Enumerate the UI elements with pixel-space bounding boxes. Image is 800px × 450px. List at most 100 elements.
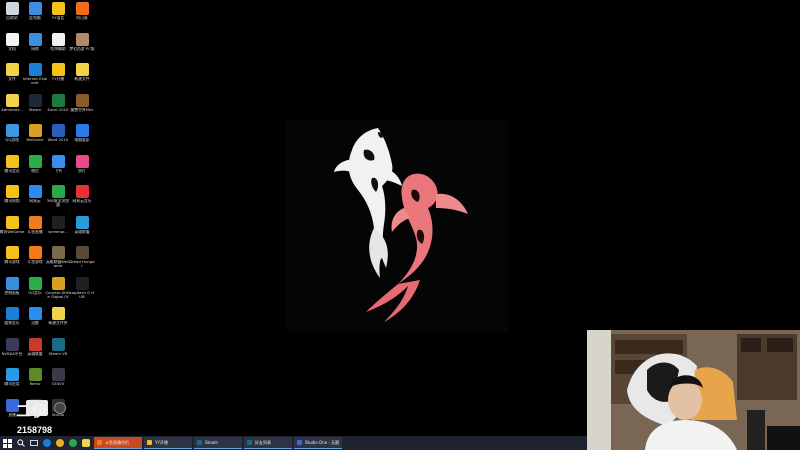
desktop-icon[interactable]: 腾讯应用 (0, 368, 24, 386)
tencent-game-icon (5, 246, 19, 259)
desktop-icon-label: 照片 (78, 168, 86, 173)
desktop-icon[interactable]: 微信 (23, 154, 47, 173)
desktop-icon[interactable]: Internet Explorer (23, 63, 47, 86)
sunflower-icon (75, 2, 89, 15)
desktop-icon[interactable]: 梦幻西游 PC版 (69, 32, 95, 51)
desktop-icon[interactable]: 吃鸡辅助 (46, 32, 70, 51)
lol-wegame-icon (51, 246, 65, 259)
desktop-icon[interactable]: 腾讯视频 (0, 185, 24, 203)
desktop-icon[interactable]: Steam (23, 93, 47, 112)
desktop-icon-label: YY开播 (51, 77, 65, 81)
koi-fish-illustration (334, 128, 468, 322)
desktop-icon[interactable]: 网易云音乐 (70, 185, 94, 203)
desktop-icon-label: 向日葵 (76, 16, 88, 20)
desktop-icon[interactable]: 照片 (70, 154, 94, 173)
tencent-app-icon (5, 368, 19, 381)
desktop-icon[interactable]: 腾讯游戏 (0, 246, 24, 264)
search-button[interactable] (14, 436, 27, 450)
desktop-icon[interactable]: 网易云 (23, 185, 47, 203)
desktop-icon[interactable]: 魔兽世界Mini (70, 93, 94, 112)
netease-music-icon (75, 185, 89, 198)
kugou-icon (5, 307, 19, 320)
control-panel-icon (5, 276, 19, 290)
desktop-icon[interactable]: Counter-Strike Global Off... (45, 276, 71, 300)
desktop-icon[interactable]: 电脑管家 (70, 124, 94, 142)
xunlei-icon (28, 307, 42, 320)
desktop-icon[interactable]: WeGame (23, 124, 47, 142)
desktop-icon-label: 电脑管家 (74, 138, 90, 142)
qq-music-icon (28, 276, 42, 290)
desktop-icon[interactable]: YY开播 (46, 63, 70, 81)
desktop-icon[interactable]: 新建文件 (70, 63, 94, 81)
taskbar-task[interactable]: 好友列表 (244, 437, 292, 449)
wechat-icon (28, 154, 42, 168)
steam-vr-icon (51, 337, 65, 351)
desktop-icon-label: 新建文件夹 (48, 321, 68, 325)
desktop-icon[interactable]: 腾讯WeGame (0, 215, 24, 234)
folder-icon (81, 439, 90, 447)
desktop-icon[interactable]: 控制面板 (0, 276, 24, 295)
desktop-icon[interactable]: Remo (23, 368, 47, 386)
desktop-icon-label: 新建文件 (74, 77, 90, 81)
desktop-icon[interactable]: QQ游戏 (0, 124, 24, 142)
tencent-wegame-icon (5, 215, 19, 229)
desktop-icon[interactable]: Steam VR (46, 337, 70, 356)
desktop-icon[interactable]: 英雄联盟 (70, 215, 94, 234)
desktop-icon[interactable]: 向日葵 (70, 2, 94, 20)
taskbar-task-list: 斗鱼直播伴侣 YY开播 Steam 好友列表 Studio One - 无题 (92, 437, 342, 449)
desktop-icon[interactable]: Excel 2010 (46, 93, 70, 112)
pinned-browser[interactable] (66, 436, 79, 450)
user-folder-icon (5, 93, 19, 107)
desktop-icon[interactable]: Word 2010 (46, 124, 70, 142)
search-icon (16, 439, 25, 447)
desktop-icon[interactable]: 文件 (0, 63, 24, 81)
qq-game-icon (5, 124, 19, 137)
pinned-ie[interactable] (40, 436, 53, 450)
desktop-icon[interactable]: 腾讯会议 (0, 154, 24, 173)
desktop-icon[interactable]: 回收站 (0, 2, 24, 20)
game-helper-icon (51, 32, 65, 46)
desktop-icon[interactable]: QQ音乐 (23, 276, 47, 295)
desktop-icon[interactable]: NVIDIA平台 (0, 337, 24, 356)
taskbar-task[interactable]: YY开播 (144, 437, 192, 449)
desktop-icon[interactable]: 网络 (23, 32, 47, 51)
desktop-icon[interactable]: GTAVV (46, 368, 70, 386)
desktop-icon[interactable]: screenpr... (46, 215, 70, 234)
dread-hunger-icon (75, 246, 89, 259)
desktop-icon-label: 魔兽世界Mini (70, 107, 94, 112)
taskbar-task[interactable]: 斗鱼直播伴侣 (94, 437, 142, 449)
computer-icon (28, 2, 42, 15)
taskbar-task[interactable]: Steam (194, 437, 242, 449)
desktop-icon[interactable]: 斗鱼直播 (23, 215, 47, 234)
desktop-icon[interactable]: 酷狗音乐 (0, 307, 24, 325)
white-koi (334, 128, 402, 278)
word-icon (51, 124, 65, 137)
browser-icon (68, 439, 77, 447)
webcam-overlay (587, 330, 800, 450)
desktop-icon[interactable]: Dread Hunger (69, 246, 95, 269)
desktop-icon[interactable]: 新建文件夹 (46, 307, 70, 325)
taskbar-task[interactable]: Studio One - 无题 (294, 437, 342, 449)
desktop-icon[interactable]: 迅雷 (23, 307, 47, 325)
app-icon (297, 440, 302, 445)
desktop-icon[interactable]: 英雄联盟 (23, 337, 47, 356)
desktop-icon[interactable]: 飞书 (46, 154, 70, 173)
desktop-icon[interactable]: Administr... (0, 93, 24, 112)
wow-icon (75, 93, 89, 107)
desktop-icon[interactable]: 文档 (0, 32, 24, 51)
taskbar: 斗鱼直播伴侣 YY开播 Steam 好友列表 Studio One - 无题 (0, 436, 587, 450)
desktop-icon-grid: 回收站 此电脑 YY语音 向日葵文档 网络 吃鸡辅助 梦幻西游 PC版文件 Internet … (0, 0, 100, 436)
desktop-icon[interactable]: Logitech G HUB (70, 276, 94, 300)
task-view-button[interactable] (27, 436, 40, 450)
badge-glyphs: 二伊 (16, 402, 49, 420)
lol-client-icon (28, 337, 42, 351)
pinned-explorer[interactable] (79, 436, 92, 450)
desktop-icon[interactable]: 360安全浏览器 (46, 185, 70, 208)
start-button[interactable] (0, 436, 14, 450)
desktop-icon[interactable]: 英雄联盟WeGame (46, 246, 70, 269)
pinned-chrome[interactable] (53, 436, 66, 450)
desktop-icon[interactable]: 此电脑 (23, 2, 47, 20)
desktop-icon[interactable]: 斗鱼游戏 (23, 246, 47, 264)
photos-icon (75, 154, 89, 168)
desktop-icon[interactable]: YY语音 (46, 2, 70, 20)
